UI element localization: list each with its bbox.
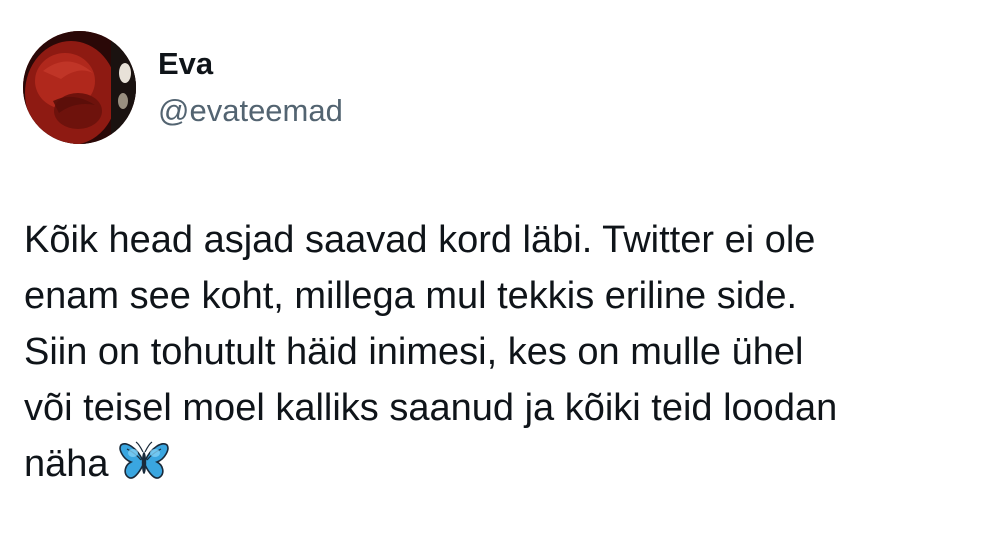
display-name[interactable]: Eva <box>158 44 343 84</box>
butterfly-icon <box>118 441 169 479</box>
tweet-line: Siin on tohutult häid inimesi, kes on mu… <box>24 331 804 373</box>
tweet-text: Kõik head asjad saavad kord läbi. Twitte… <box>24 212 984 492</box>
user-handle[interactable]: @evateemad <box>158 91 343 131</box>
tweet-line: või teisel moel kalliks saanud ja kõiki … <box>24 387 838 429</box>
author-info: Eva @evateemad <box>158 44 343 131</box>
avatar[interactable] <box>23 31 136 144</box>
tweet-line: enam see koht, millega mul tekkis erilin… <box>24 275 798 317</box>
tweet-line: näha <box>24 443 109 485</box>
tweet-card: Eva @evateemad Kõik head asjad saavad ko… <box>0 0 1000 546</box>
tweet-last-line: näha <box>24 436 984 492</box>
tweet-line: Kõik head asjad saavad kord läbi. Twitte… <box>24 219 816 261</box>
profile-photo-icon <box>23 31 136 144</box>
